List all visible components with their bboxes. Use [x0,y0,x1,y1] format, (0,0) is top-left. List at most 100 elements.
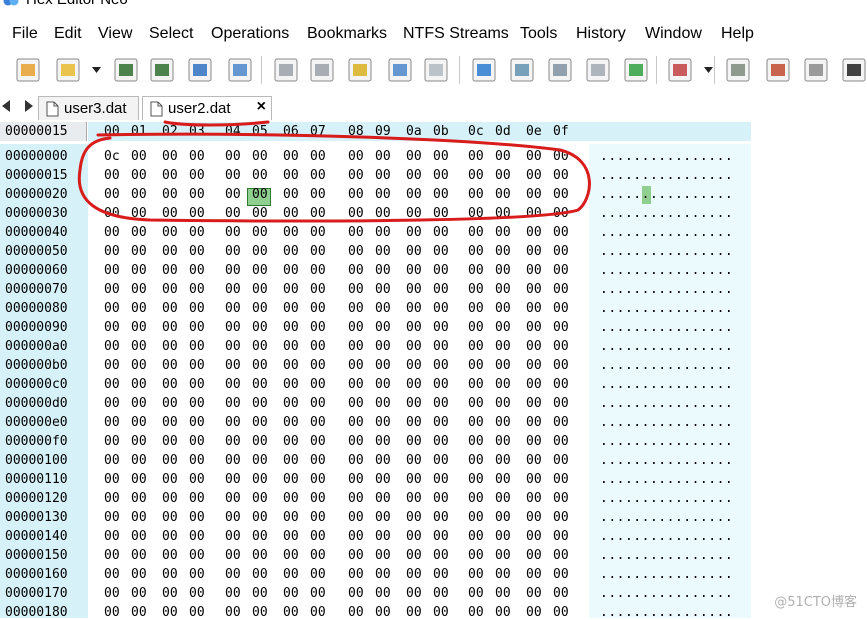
byte-cell[interactable]: 00 [283,282,299,297]
byte-cell[interactable]: 00 [553,529,569,544]
byte-cell[interactable]: 00 [104,339,120,354]
byte-cell[interactable]: 00 [433,225,449,240]
byte-cell[interactable]: 00 [310,149,326,164]
byte-cell[interactable]: 00 [283,396,299,411]
close-tab-button[interactable]: × [257,98,266,116]
byte-cell[interactable]: 00 [162,225,178,240]
byte-cell[interactable]: 00 [189,282,205,297]
byte-cell[interactable]: 00 [104,434,120,449]
byte-cell[interactable]: 00 [526,586,542,601]
byte-cell[interactable]: 00 [225,168,241,183]
byte-cell[interactable]: 00 [189,206,205,221]
byte-cell[interactable]: 00 [104,244,120,259]
menu-edit[interactable]: Edit [54,24,82,44]
byte-cell[interactable]: 00 [348,548,364,563]
byte-cell[interactable]: 00 [131,377,147,392]
byte-cell[interactable]: 00 [495,472,511,487]
byte-cell[interactable]: 00 [348,567,364,582]
byte-cell[interactable]: 00 [104,301,120,316]
byte-cell[interactable]: 00 [189,415,205,430]
byte-cell[interactable]: 00 [189,301,205,316]
byte-cell[interactable]: 00 [526,548,542,563]
ascii-row[interactable]: ................ [600,415,733,430]
byte-cell[interactable]: 00 [526,149,542,164]
ascii-row[interactable]: ................ [600,472,733,487]
byte-cell[interactable]: 00 [433,415,449,430]
byte-cell[interactable]: 00 [283,586,299,601]
byte-cell[interactable]: 00 [162,377,178,392]
byte-cell[interactable]: 00 [495,206,511,221]
goto-icon[interactable] [468,54,500,86]
byte-cell[interactable]: 00 [283,301,299,316]
byte-cell[interactable]: 00 [310,453,326,468]
byte-cell[interactable]: 00 [553,453,569,468]
byte-cell[interactable]: 00 [406,149,422,164]
byte-cell[interactable]: 00 [162,453,178,468]
byte-cell[interactable]: 00 [433,168,449,183]
byte-cell[interactable]: 00 [131,529,147,544]
byte-cell[interactable]: 00 [225,358,241,373]
ascii-row[interactable]: ................ [600,320,733,335]
byte-cell[interactable]: 00 [189,396,205,411]
byte-cell[interactable]: 00 [252,548,268,563]
byte-cell[interactable]: 00 [283,510,299,525]
byte-cell[interactable]: 00 [526,206,542,221]
save-all-icon[interactable] [146,54,178,86]
byte-cell[interactable]: 00 [348,396,364,411]
byte-cell[interactable]: 00 [495,434,511,449]
menu-bookmarks[interactable]: Bookmarks [307,24,387,44]
byte-cell[interactable]: 00 [310,567,326,582]
byte-cell[interactable]: 00 [348,301,364,316]
byte-cell[interactable]: 00 [348,586,364,601]
byte-cell[interactable]: 00 [495,358,511,373]
byte-cell[interactable]: 00 [375,301,391,316]
byte-cell[interactable]: 00 [310,586,326,601]
byte-cell[interactable]: 00 [495,320,511,335]
byte-cell[interactable]: 00 [104,187,120,202]
tab-user2[interactable]: user2.dat × [142,96,272,120]
byte-cell[interactable]: 00 [131,415,147,430]
byte-cell[interactable]: 00 [348,244,364,259]
menu-operations[interactable]: Operations [211,24,289,44]
open-dropdown-icon[interactable] [92,66,101,74]
byte-cell[interactable]: 00 [495,453,511,468]
byte-cell[interactable]: 00 [553,168,569,183]
byte-cell[interactable]: 00 [252,149,268,164]
byte-cell[interactable]: 00 [283,472,299,487]
byte-cell[interactable]: 00 [468,472,484,487]
byte-cell[interactable]: 00 [553,548,569,563]
byte-cell[interactable]: 00 [189,491,205,506]
ascii-row[interactable]: ................ [600,282,733,297]
byte-cell[interactable]: 00 [526,377,542,392]
byte-cell[interactable]: 00 [526,168,542,183]
ascii-row[interactable]: ................ [600,434,733,449]
byte-cell[interactable]: 00 [406,453,422,468]
byte-cell[interactable]: 00 [468,415,484,430]
byte-cell[interactable]: 00 [225,244,241,259]
byte-cell[interactable]: 00 [495,301,511,316]
byte-cell[interactable]: 00 [252,453,268,468]
byte-cell[interactable]: 00 [225,187,241,202]
byte-cell[interactable]: 00 [406,529,422,544]
byte-cell[interactable]: 00 [375,415,391,430]
byte-cell[interactable]: 00 [310,377,326,392]
byte-cell[interactable]: 00 [375,187,391,202]
byte-cell[interactable]: 00 [433,282,449,297]
ascii-row[interactable]: ................ [600,244,733,259]
byte-cell[interactable]: 00 [310,320,326,335]
byte-cell[interactable]: 00 [104,415,120,430]
byte-cell[interactable]: 00 [131,263,147,278]
ascii-row[interactable]: ................ [600,567,733,582]
ascii-row[interactable]: ................ [600,225,733,240]
ascii-row[interactable]: ................ [600,168,733,183]
byte-cell[interactable]: 00 [310,225,326,240]
byte-cell[interactable]: 00 [433,453,449,468]
byte-cell[interactable]: 00 [189,453,205,468]
byte-cell[interactable]: 00 [433,396,449,411]
byte-cell[interactable]: 00 [283,491,299,506]
byte-cell[interactable]: 00 [526,301,542,316]
paste-special-icon[interactable] [420,54,452,86]
byte-cell[interactable]: 00 [131,396,147,411]
undo-icon[interactable] [270,54,302,86]
byte-cell[interactable]: 00 [468,567,484,582]
